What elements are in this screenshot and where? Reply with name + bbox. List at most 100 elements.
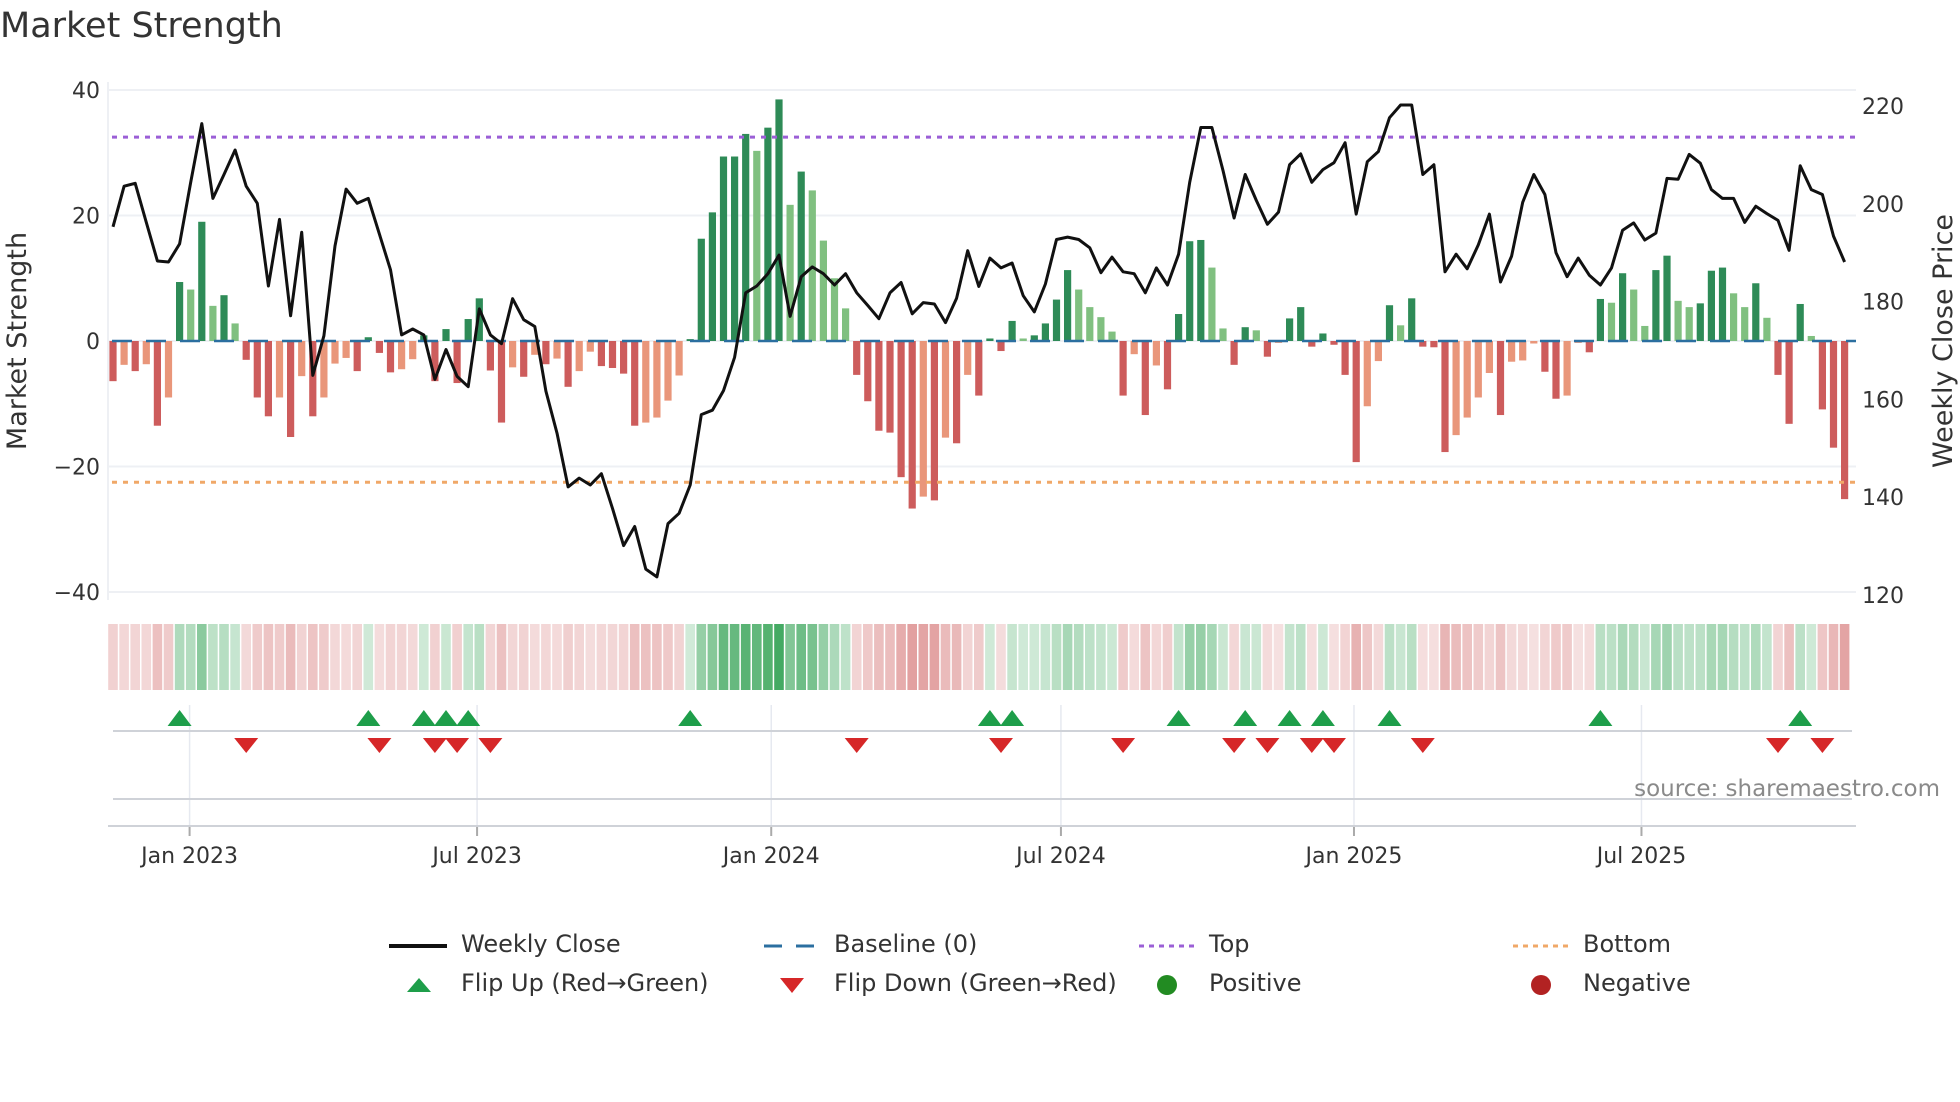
flip-up-marker	[1588, 710, 1613, 726]
strength-bar	[1763, 317, 1771, 341]
strength-bar	[1752, 283, 1760, 341]
strength-bar	[1186, 241, 1194, 341]
flip-up-marker	[1233, 710, 1258, 726]
strength-bar	[1408, 298, 1416, 341]
strength-heat-cell	[518, 624, 529, 690]
strength-bar	[1663, 255, 1671, 341]
strength-heat-cell	[796, 624, 806, 690]
strength-heat-cell	[1229, 624, 1239, 690]
flip-up-marker	[411, 710, 436, 726]
strength-heat-cell	[1817, 624, 1828, 690]
strength-heat-cell	[707, 624, 718, 690]
strength-heat-cell	[763, 624, 773, 690]
strength-heat-cell	[308, 624, 318, 690]
strength-heat-cell	[729, 624, 740, 690]
strength-heat-cell	[263, 624, 274, 690]
strength-heat-cell	[685, 624, 695, 690]
y-axis-title: Market Strength	[2, 232, 33, 450]
strength-heat-cell	[130, 624, 140, 690]
strength-bar	[509, 341, 517, 368]
flip-up-marker	[1377, 710, 1402, 726]
strength-heat-cell	[341, 624, 351, 690]
strength-heat-cell	[1795, 624, 1805, 690]
flip-up-marker	[1310, 710, 1335, 726]
strength-heat-cell	[1628, 624, 1639, 690]
strength-heat-cell	[652, 624, 662, 690]
strength-heat-cell	[929, 624, 940, 690]
strength-heat-cell	[1828, 624, 1839, 690]
strength-bar	[1130, 341, 1138, 355]
strength-bar	[1519, 341, 1527, 361]
strength-bar	[1163, 341, 1172, 390]
strength-bar	[1374, 341, 1382, 362]
strength-bar	[853, 341, 861, 375]
strength-bar	[1019, 338, 1027, 341]
strength-bar	[1397, 325, 1405, 341]
strength-heat-cell	[141, 624, 152, 690]
strength-heat-cell	[985, 624, 995, 690]
strength-bar	[187, 289, 195, 341]
strength-heat-cell	[718, 624, 729, 690]
x-tick-label: Jul 2024	[1014, 844, 1106, 869]
strength-bar	[675, 341, 683, 376]
strength-bar	[1541, 341, 1549, 372]
strength-bar	[1352, 341, 1360, 463]
flip-down-marker	[844, 738, 869, 753]
x-tick-label: Jan 2023	[139, 844, 238, 869]
strength-heat-cell	[951, 624, 962, 690]
strength-heat-cell	[1340, 624, 1350, 690]
strength-heat-cell	[974, 624, 984, 690]
strength-heat-cell	[1706, 624, 1717, 690]
legend-item: Negative	[1511, 969, 1691, 997]
y2-axis-title: Weekly Close Price	[1928, 214, 1959, 468]
strength-bar	[1097, 317, 1105, 341]
strength-bar	[1607, 302, 1616, 341]
strength-bar	[1696, 303, 1704, 341]
strength-heat-cell	[1517, 624, 1528, 690]
strength-heat-cell	[507, 624, 518, 690]
strength-heat-cell	[1307, 624, 1317, 690]
strength-heat-cell	[1640, 624, 1650, 690]
strength-bar	[287, 341, 295, 438]
strength-heat-cell	[1395, 624, 1406, 690]
strength-bar	[1485, 341, 1493, 374]
strength-heat-cell	[907, 624, 917, 690]
legend-label: Negative	[1583, 969, 1691, 997]
strength-heat-cell	[1007, 624, 1017, 690]
strength-bar	[908, 341, 916, 509]
strength-heat-cell	[1662, 624, 1672, 690]
strength-bar	[642, 341, 650, 423]
y2-tick-label: 180	[1862, 291, 1904, 316]
strength-bar	[242, 341, 250, 360]
strength-heat-cell	[1073, 624, 1084, 690]
strength-bar	[842, 308, 850, 341]
strength-bar	[1152, 341, 1160, 366]
legend-item: Top	[1137, 930, 1250, 958]
strength-bar	[1641, 325, 1649, 341]
strength-bar	[176, 282, 184, 341]
strength-heat-cell	[618, 624, 629, 690]
strength-heat-cell	[1051, 624, 1062, 690]
strength-heat-cell	[1551, 624, 1561, 690]
legend-item: Flip Up (Red→Green)	[389, 969, 709, 997]
strength-heat-cell	[563, 624, 573, 690]
strength-heat-cell	[829, 624, 840, 690]
strength-heat-cell	[1573, 624, 1583, 690]
strength-heat-cell	[785, 624, 795, 690]
strength-heat-cell	[530, 624, 540, 690]
strength-heat-cell	[152, 624, 163, 690]
strength-heat-cell	[607, 624, 618, 690]
strength-heat-cell	[1129, 624, 1139, 690]
strength-bar	[1552, 341, 1560, 399]
strength-heat-cell	[1207, 624, 1217, 690]
strength-heat-cell	[641, 624, 651, 690]
strength-bar	[797, 171, 805, 341]
strength-bar	[131, 341, 139, 372]
strength-heat-cell	[1773, 624, 1783, 690]
strength-heat-cell	[1806, 624, 1817, 690]
strength-bar	[1718, 267, 1727, 341]
strength-heat-cell	[1451, 624, 1461, 690]
strength-bar	[875, 341, 883, 431]
strength-heat-cell	[1562, 624, 1572, 690]
flip-up-marker	[977, 710, 1002, 726]
